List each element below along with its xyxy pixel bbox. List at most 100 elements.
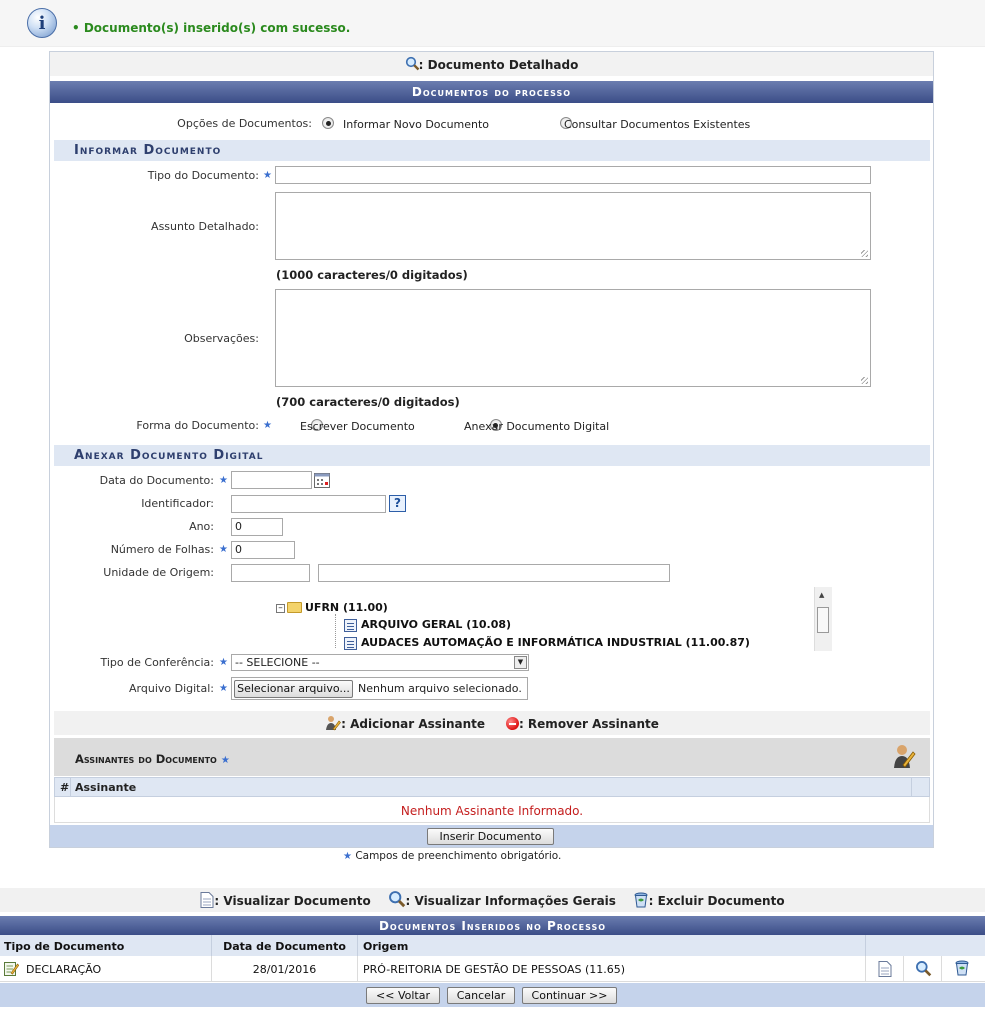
col-data: Data de Documento <box>212 935 358 956</box>
tree-scrollbar[interactable]: ▲ <box>814 587 832 651</box>
tree-root[interactable]: UFRN (11.00) <box>305 601 388 614</box>
trash-icon <box>633 891 649 918</box>
legend-view-document: : Visualizar Documento <box>214 894 371 908</box>
view-document-icon <box>200 891 214 918</box>
option-existing-label[interactable]: Consultar Documentos Existentes <box>564 118 750 131</box>
cancel-button[interactable]: Cancelar <box>447 987 515 1004</box>
identificador-input[interactable] <box>231 495 386 513</box>
col-assinante: Assinante <box>75 781 137 794</box>
legend-view-info: : Visualizar Informações Gerais <box>405 894 616 908</box>
back-button[interactable]: << Voltar <box>366 987 440 1004</box>
detail-link[interactable]: : Documento Detalhado <box>419 58 579 72</box>
unit-icon <box>344 637 357 650</box>
legend-bar: : Visualizar Documento : Visualizar Info… <box>0 888 985 912</box>
delete-document-button[interactable] <box>942 956 985 982</box>
divider <box>911 777 912 797</box>
signer-actions-bar: : Adicionar Assinante : Remover Assinant… <box>54 711 930 735</box>
search-icon <box>388 890 406 918</box>
signers-body <box>54 797 930 823</box>
observacoes-counter: (700 caracteres/0 digitados) <box>276 395 460 409</box>
scroll-thumb[interactable] <box>817 607 829 633</box>
continue-button[interactable]: Continuar >> <box>522 987 617 1004</box>
assunto-counter: (1000 caracteres/0 digitados) <box>276 268 468 282</box>
required-star-icon: ★ <box>343 851 352 862</box>
signer-person-icon[interactable] <box>892 743 916 769</box>
tree-node[interactable]: AUDACES AUTOMAÇÃO E INFORMÁTICA INDUSTRI… <box>361 636 750 649</box>
unit-icon <box>344 619 357 632</box>
scroll-up-icon[interactable]: ▲ <box>819 591 824 599</box>
resize-grip-icon[interactable] <box>861 377 868 384</box>
conferencia-value: -- SELECIONE -- <box>235 656 320 669</box>
signers-title: Assinantes do Documento ★ <box>75 752 230 766</box>
select-file-button[interactable]: Selecionar arquivo... <box>234 680 353 698</box>
assunto-textarea[interactable] <box>275 192 871 260</box>
legend-delete: : Excluir Documento <box>648 894 785 908</box>
row-tipo: DECLARAÇÃO <box>0 956 212 982</box>
col-actions <box>866 935 985 956</box>
conferencia-select[interactable]: -- SELECIONE -- ▼ <box>231 654 529 671</box>
tree-line <box>335 614 337 648</box>
view-document-button[interactable] <box>866 956 904 982</box>
forma-escrever-label[interactable]: Escrever Documento <box>300 420 415 433</box>
option-new-label[interactable]: Informar Novo Documento <box>343 118 489 131</box>
required-star-icon: ★ <box>220 755 230 766</box>
remove-signer-link[interactable]: : Remover Assinante <box>519 717 659 731</box>
col-tipo: Tipo de Documento <box>0 935 212 956</box>
folder-icon <box>287 602 302 613</box>
required-star-icon: ★ <box>219 683 228 694</box>
tipo-label: Tipo do Documento: <box>147 169 259 182</box>
arquivo-label: Arquivo Digital: <box>129 682 214 695</box>
calendar-icon[interactable] <box>314 472 330 488</box>
assunto-label: Assunto Detalhado: <box>151 220 259 233</box>
required-star-icon: ★ <box>219 657 228 668</box>
unidade-code-input[interactable] <box>231 564 310 582</box>
data-label: Data do Documento: <box>99 474 214 487</box>
option-new-radio[interactable] <box>322 117 334 129</box>
identificador-label: Identificador: <box>141 497 214 510</box>
col-origem: Origem <box>358 935 866 956</box>
info-icon: i <box>27 8 57 38</box>
remove-signer-icon[interactable] <box>505 717 519 730</box>
unidade-label: Unidade de Origem: <box>103 566 214 579</box>
signers-columns <box>54 777 930 797</box>
insert-document-button[interactable]: Inserir Documento <box>427 828 554 845</box>
data-input[interactable] <box>231 471 312 489</box>
ano-label: Ano: <box>189 520 214 533</box>
chevron-down-icon[interactable]: ▼ <box>514 656 527 669</box>
col-hash: # <box>60 781 70 794</box>
add-signer-link[interactable]: : Adicionar Assinante <box>341 717 485 731</box>
tipo-input[interactable] <box>275 166 871 184</box>
required-star-icon: ★ <box>219 544 228 555</box>
conferencia-label: Tipo de Conferência: <box>100 656 215 669</box>
row-data: 28/01/2016 <box>212 956 358 982</box>
required-star-icon: ★ <box>219 475 228 486</box>
unidade-name-input[interactable] <box>318 564 670 582</box>
tree-node[interactable]: ARQUIVO GERAL (10.08) <box>361 618 511 631</box>
folhas-input[interactable]: 0 <box>231 541 295 559</box>
observacoes-label: Observações: <box>184 332 259 345</box>
ano-input[interactable]: 0 <box>231 518 283 536</box>
help-icon[interactable]: ? <box>389 495 406 512</box>
required-star-icon: ★ <box>263 170 272 181</box>
observacoes-textarea[interactable] <box>275 289 871 387</box>
add-signer-icon[interactable] <box>325 714 342 740</box>
required-note: ★ Campos de preenchimento obrigatório. <box>343 850 562 862</box>
arquivo-status: Nenhum arquivo selecionado. <box>358 682 522 695</box>
resize-grip-icon[interactable] <box>861 250 868 257</box>
informar-subtitle: Informar Documento <box>54 140 930 161</box>
anexar-subtitle: Anexar Documento Digital <box>54 445 930 466</box>
required-star-icon: ★ <box>263 420 272 431</box>
options-label: Opções de Documentos: <box>177 117 312 130</box>
forma-anexar-label[interactable]: Anexar Documento Digital <box>464 420 609 433</box>
success-message: • Documento(s) inserido(s) com sucesso. <box>72 21 351 35</box>
view-info-button[interactable] <box>904 956 942 982</box>
search-icon <box>405 54 419 71</box>
forma-label: Forma do Documento: <box>136 419 259 432</box>
row-origem: PRÓ-REITORIA DE GESTÃO DE PESSOAS (11.65… <box>358 956 866 982</box>
divider <box>70 777 71 797</box>
folhas-label: Número de Folhas: <box>110 543 214 556</box>
section-title: Documentos do processo <box>50 81 933 103</box>
inserted-title: Documentos Inseridos no Processo <box>0 916 985 935</box>
collapse-icon[interactable]: – <box>276 604 285 613</box>
detail-link-bar: : Documento Detalhado <box>50 52 933 76</box>
